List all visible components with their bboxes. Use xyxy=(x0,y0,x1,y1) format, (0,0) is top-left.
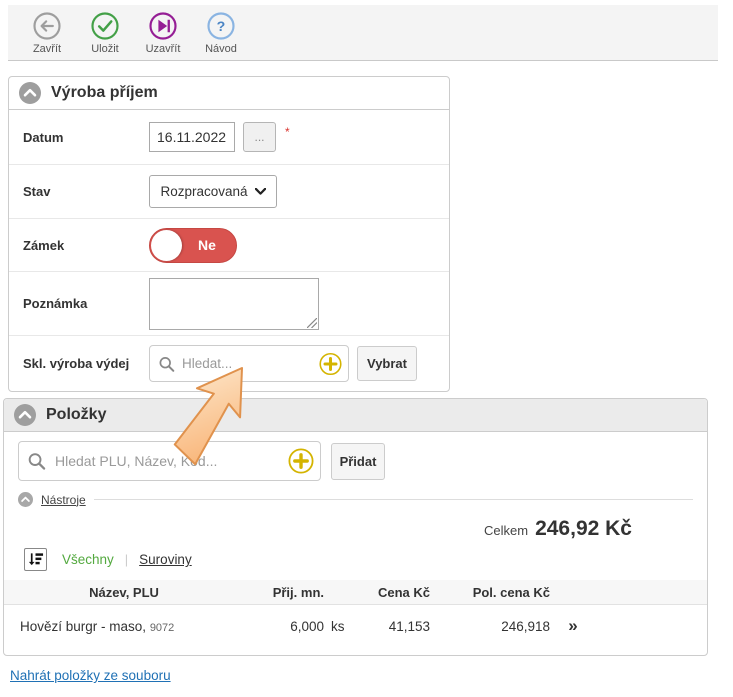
field-row-datum: Datum ... * xyxy=(9,110,449,164)
field-row-stav: Stav Rozpracovaná xyxy=(9,164,449,218)
poznamka-textarea[interactable] xyxy=(149,278,319,330)
table-row[interactable]: Hovězí burgr - maso, 9072 6,000 ks 41,15… xyxy=(4,605,707,647)
items-panel-header: Položky xyxy=(4,399,707,432)
collapse-chevron-icon[interactable] xyxy=(14,404,36,426)
toolbar-button-navod[interactable]: ? Návod xyxy=(192,11,250,55)
load-items-from-file-link[interactable]: Nahrát položky ze souboru xyxy=(10,668,171,683)
nastroje-link[interactable]: Nástroje xyxy=(41,493,86,507)
toggle-knob xyxy=(151,230,182,261)
search-icon xyxy=(158,355,175,372)
item-plu: 9072 xyxy=(150,622,174,634)
total-value: 246,92 Kč xyxy=(535,517,632,540)
toolbar-button-label: Návod xyxy=(205,43,237,55)
table-header-row: Název, PLU Přij. mn. Cena Kč Pol. cena K… xyxy=(4,580,707,605)
sort-button[interactable] xyxy=(24,548,47,571)
pridat-button[interactable]: Přidat xyxy=(331,443,385,480)
items-search-wrap xyxy=(18,441,321,481)
items-panel: Položky Přidat Nástroje Celkem 246,92 Kč xyxy=(3,398,708,656)
required-asterisk: * xyxy=(285,125,290,139)
zamek-label: Zámek xyxy=(23,238,149,253)
search-icon xyxy=(27,452,46,471)
items-search-row: Přidat xyxy=(4,432,707,489)
filter-row: Všechny | Suroviny xyxy=(4,543,707,580)
tools-row: Nástroje xyxy=(4,489,707,511)
check-icon xyxy=(90,11,120,41)
toolbar-button-label: Zavřít xyxy=(33,43,61,55)
form-panel-title: Výroba příjem xyxy=(51,84,158,102)
date-picker-button[interactable]: ... xyxy=(243,122,276,152)
field-row-skl-vyroba-vydej: Skl. výroba výdej Vybrat xyxy=(9,335,449,391)
close-document-icon xyxy=(148,11,178,41)
poznamka-label: Poznámka xyxy=(23,296,149,311)
filter-separator: | xyxy=(125,552,128,567)
skl-search-wrap xyxy=(149,345,349,382)
filter-vsechny[interactable]: Všechny xyxy=(62,552,114,567)
collapse-chevron-small-icon[interactable] xyxy=(18,492,33,507)
stav-selected-value: Rozpracovaná xyxy=(160,184,247,199)
back-arrow-icon xyxy=(32,11,62,41)
item-name-cell: Hovězí burgr - maso, 9072 xyxy=(4,619,244,634)
form-panel: Výroba příjem Datum ... * Stav Rozpracov… xyxy=(8,76,450,392)
toggle-state-label: Ne xyxy=(186,229,228,262)
resize-handle-icon[interactable] xyxy=(307,318,317,328)
vybrat-button[interactable]: Vybrat xyxy=(357,346,417,381)
col-header-pol-cena: Pol. cena Kč xyxy=(430,585,550,600)
field-row-zamek: Zámek Ne xyxy=(9,218,449,271)
item-price: 41,153 xyxy=(358,619,430,634)
toolbar-button-label: Uzavřít xyxy=(146,43,181,55)
item-qty: 6,000 xyxy=(244,619,324,634)
chevron-down-icon xyxy=(255,188,266,195)
collapse-chevron-icon[interactable] xyxy=(19,82,41,104)
toolbar-button-uzavrit[interactable]: Uzavřít xyxy=(134,11,192,55)
stav-select[interactable]: Rozpracovaná xyxy=(149,175,277,208)
field-row-poznamka: Poznámka xyxy=(9,271,449,335)
item-total: 246,918 xyxy=(430,619,550,634)
item-unit: ks xyxy=(324,619,358,634)
sort-descending-icon xyxy=(27,551,44,568)
filter-suroviny[interactable]: Suroviny xyxy=(139,552,192,567)
add-plus-icon[interactable] xyxy=(288,448,314,474)
item-name: Hovězí burgr - maso, xyxy=(20,619,146,634)
form-panel-header: Výroba příjem xyxy=(9,77,449,110)
skl-vyroba-vydej-label: Skl. výroba výdej xyxy=(23,356,149,371)
toolbar-button-ulozit[interactable]: Uložit xyxy=(76,11,134,55)
question-icon: ? xyxy=(206,11,236,41)
toolbar-button-label: Uložit xyxy=(91,43,119,55)
row-detail-icon[interactable]: » xyxy=(550,616,596,636)
zamek-toggle[interactable]: Ne xyxy=(149,228,237,263)
stav-label: Stav xyxy=(23,184,149,199)
divider xyxy=(94,499,693,500)
col-header-prij-mn: Přij. mn. xyxy=(244,585,324,600)
poznamka-textarea-wrap xyxy=(149,278,319,330)
total-row: Celkem 246,92 Kč xyxy=(4,511,707,543)
items-panel-title: Položky xyxy=(46,406,106,424)
toolbar-button-zavrit[interactable]: Zavřít xyxy=(18,11,76,55)
add-plus-icon[interactable] xyxy=(319,352,342,375)
col-header-nazev-plu: Název, PLU xyxy=(4,585,244,600)
svg-text:?: ? xyxy=(217,19,226,35)
col-header-cena: Cena Kč xyxy=(358,585,430,600)
datum-label: Datum xyxy=(23,130,149,145)
datum-input[interactable] xyxy=(149,122,235,152)
total-label: Celkem xyxy=(484,523,528,538)
toolbar: Zavřít Uložit Uzavřít ? Návod xyxy=(8,5,718,61)
items-search-input[interactable] xyxy=(18,441,321,481)
